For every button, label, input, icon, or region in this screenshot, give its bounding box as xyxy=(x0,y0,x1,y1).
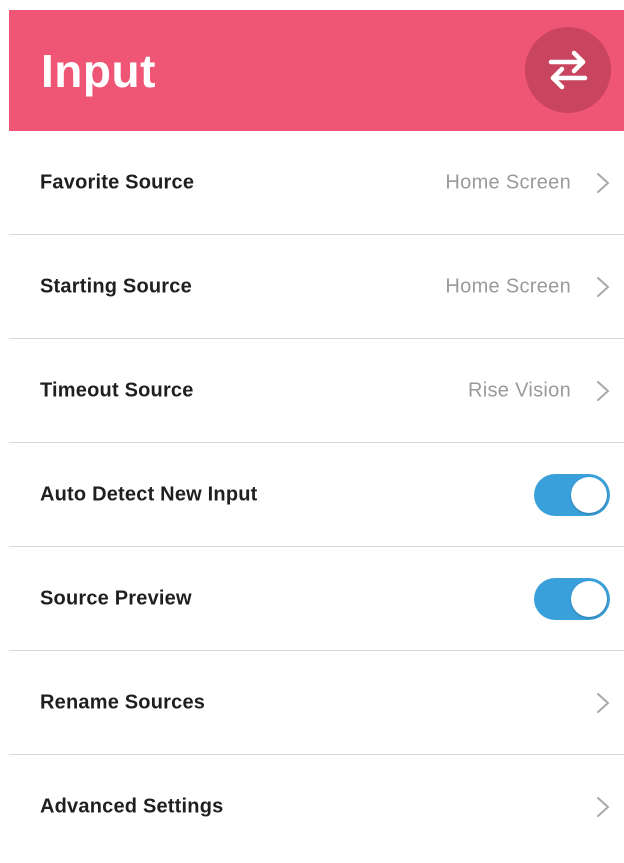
row-label: Advanced Settings xyxy=(40,795,224,818)
starting-source-row[interactable]: Starting Source Home Screen xyxy=(9,235,624,339)
header-bar: Input xyxy=(9,10,624,131)
row-label: Rename Sources xyxy=(40,691,206,713)
chevron-right-icon xyxy=(597,692,609,713)
row-label: Auto Detect New Input xyxy=(40,483,258,505)
settings-list: Favorite Source Home Screen Starting Sou… xyxy=(9,131,624,859)
source-preview-toggle[interactable] xyxy=(534,577,610,620)
row-label: Source Preview xyxy=(40,587,192,609)
advanced-settings-row[interactable]: Advanced Settings xyxy=(9,755,624,859)
row-value: Home Screen xyxy=(445,171,571,193)
row-label: Timeout Source xyxy=(40,379,194,401)
row-label: Starting Source xyxy=(40,275,192,297)
swap-input-button[interactable] xyxy=(525,27,611,113)
chevron-right-icon xyxy=(597,276,609,297)
chevron-right-icon xyxy=(597,380,609,401)
chevron-right-icon xyxy=(597,172,609,193)
row-value: Rise Vision xyxy=(468,379,571,401)
auto-detect-new-input-row: Auto Detect New Input xyxy=(9,443,624,547)
timeout-source-row[interactable]: Timeout Source Rise Vision xyxy=(9,339,624,443)
auto-detect-toggle[interactable] xyxy=(534,473,610,516)
rename-sources-row[interactable]: Rename Sources xyxy=(9,651,624,755)
input-settings-screen: Input Favorite Source Home Screen Starti… xyxy=(9,10,624,863)
swap-arrows-icon xyxy=(548,50,588,90)
row-label: Favorite Source xyxy=(40,171,195,193)
toggle-knob xyxy=(571,580,607,617)
row-value: Home Screen xyxy=(445,275,571,297)
favorite-source-row[interactable]: Favorite Source Home Screen xyxy=(9,131,624,235)
page-title: Input xyxy=(41,45,156,97)
chevron-right-icon xyxy=(597,797,609,817)
toggle-knob xyxy=(571,476,607,513)
source-preview-row: Source Preview xyxy=(9,547,624,651)
